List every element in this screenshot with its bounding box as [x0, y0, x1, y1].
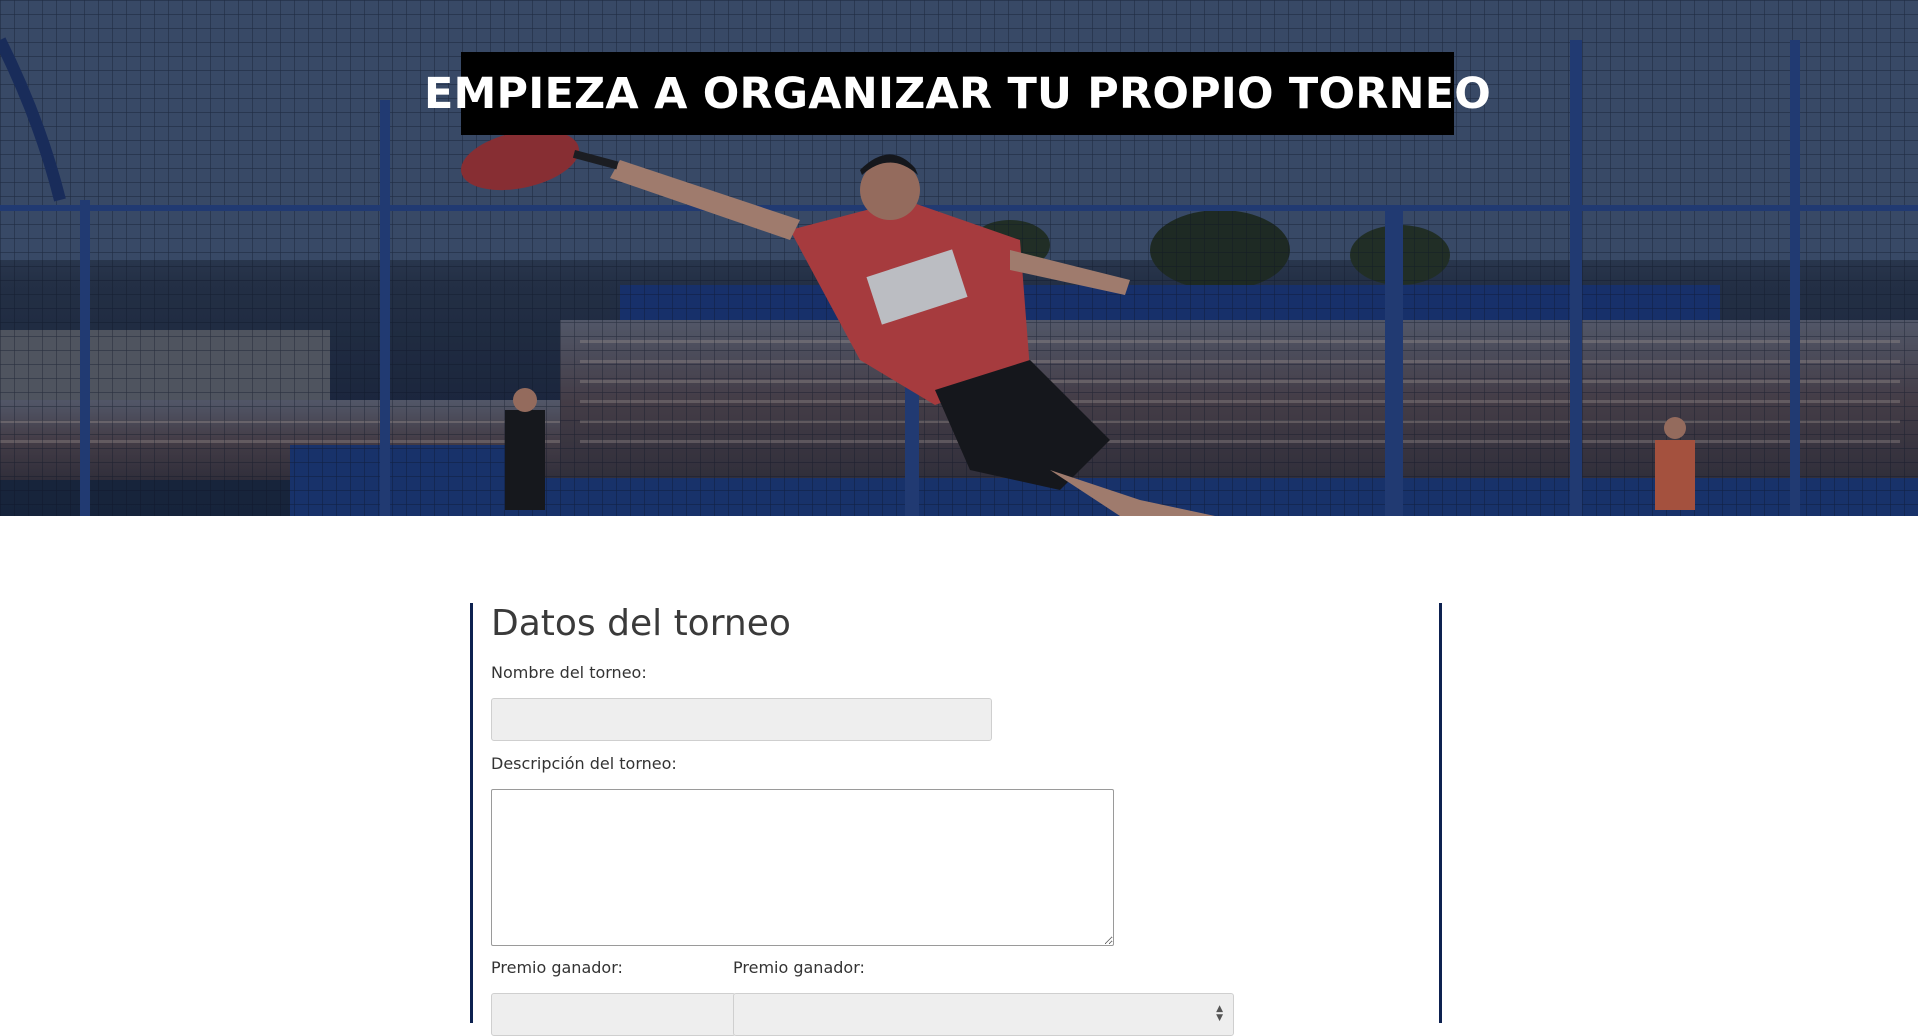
section-title: Datos del torneo — [491, 603, 791, 644]
stepper-arrows-icon[interactable]: ▲ ▼ — [1216, 1005, 1223, 1023]
hero-banner: EMPIEZA A ORGANIZAR TU PROPIO TORNEO — [0, 0, 1918, 516]
winner-prize-label-1: Premio ganador: — [491, 958, 623, 977]
hero-title: EMPIEZA A ORGANIZAR TU PROPIO TORNEO — [423, 68, 1492, 119]
tournament-name-label: Nombre del torneo: — [491, 663, 647, 682]
tournament-form-panel: Datos del torneo Nombre del torneo: Desc… — [470, 603, 1442, 1036]
tournament-name-input[interactable] — [491, 698, 992, 741]
tournament-description-textarea[interactable] — [491, 789, 1114, 946]
tournament-description-label: Descripción del torneo: — [491, 754, 677, 773]
winner-prize-input-1[interactable] — [491, 993, 736, 1036]
winner-prize-label-2: Premio ganador: — [733, 958, 865, 977]
hero-title-box: EMPIEZA A ORGANIZAR TU PROPIO TORNEO — [424, 52, 1491, 135]
winner-prize-input-2[interactable]: ▲ ▼ — [733, 993, 1234, 1036]
